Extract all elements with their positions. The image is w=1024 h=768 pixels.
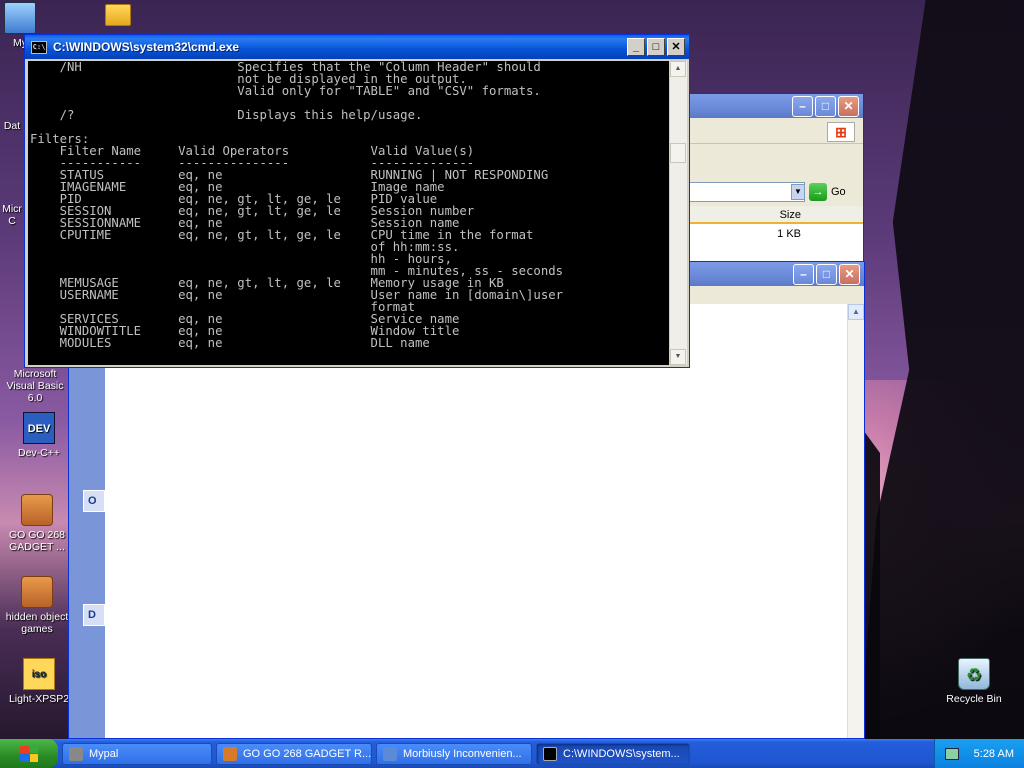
dev-cpp-icon: DEV: [23, 412, 55, 444]
scroll-thumb[interactable]: [670, 143, 686, 163]
iso-file-icon: iso: [23, 658, 55, 690]
cmd-titlebar[interactable]: C:\ C:\WINDOWS\system32\cmd.exe _ □ ✕: [25, 35, 689, 59]
maximize-button[interactable]: □: [816, 263, 837, 285]
recycle-bin-icon: ♻: [958, 658, 990, 690]
folder-icon: [105, 4, 131, 26]
computer-icon: [4, 2, 36, 34]
explorer-window[interactable]: – □ ✕ ⊞ ▼ → Go Size 1 KB: [668, 93, 864, 263]
taskbar: Mypal GO GO 268 GADGET R... Morbiusly In…: [0, 739, 1024, 768]
briefcase-icon: [21, 576, 53, 608]
briefcase-icon: [223, 746, 237, 761]
windows-flag-icon: [20, 745, 38, 762]
cmd-icon[interactable]: C:\: [31, 40, 47, 54]
editor-scrollbar[interactable]: ▲: [847, 304, 864, 738]
editor-text-area[interactable]: It's Crabin Time. Rise up Crab Nation: [105, 303, 847, 738]
cmd-icon: [543, 746, 557, 761]
scroll-up-icon[interactable]: ▲: [848, 304, 864, 320]
desktop-icon-microsoft[interactable]: Micr C: [0, 203, 24, 227]
column-header-size[interactable]: Size: [669, 206, 863, 224]
console-scrollbar[interactable]: ▲ ▼: [670, 61, 687, 365]
system-tray: 5:28 AM: [934, 739, 1024, 768]
wallpaper-palm-right: [860, 0, 1024, 740]
go-arrow-icon: →: [809, 183, 827, 201]
clock[interactable]: 5:28 AM: [974, 748, 1014, 760]
taskbar-item-morbiusly[interactable]: Morbiusly Inconvenien...: [376, 742, 532, 765]
taskbar-item-mypal[interactable]: Mypal: [62, 742, 212, 765]
console-output[interactable]: /NH Specifies that the "Column Header" s…: [28, 61, 669, 365]
close-button[interactable]: ✕: [667, 38, 685, 56]
file-list[interactable]: Size 1 KB: [669, 206, 863, 262]
desktop-icon-visual-basic[interactable]: Microsoft Visual Basic 6.0: [0, 368, 70, 404]
desktop-icon-hidden-object-games[interactable]: hidden object games: [2, 576, 72, 635]
desktop-icon-recycle-bin[interactable]: ♻ Recycle Bin: [937, 658, 1011, 705]
cmd-title: C:\WINDOWS\system32\cmd.exe: [53, 40, 240, 54]
explorer-titlebar[interactable]: – □ ✕: [669, 94, 863, 118]
scroll-up-icon[interactable]: ▲: [670, 61, 686, 77]
taskbar-item-cmd[interactable]: C:\WINDOWS\system...: [536, 742, 690, 765]
desktop-icon-dev-cpp[interactable]: DEV Dev-C++: [2, 412, 76, 459]
task-pane: O D: [69, 304, 105, 738]
minimize-button[interactable]: –: [792, 95, 813, 117]
scroll-down-icon[interactable]: ▼: [670, 349, 686, 365]
go-button[interactable]: → Go: [809, 183, 846, 201]
briefcase-icon: [21, 494, 53, 526]
windows-logo-icon: ⊞: [827, 122, 855, 142]
desktop-icon-data[interactable]: Dat: [0, 120, 24, 132]
start-button[interactable]: [0, 739, 58, 768]
maximize-button[interactable]: □: [815, 95, 836, 117]
cmd-window[interactable]: C:\ C:\WINDOWS\system32\cmd.exe _ □ ✕ /N…: [24, 34, 690, 368]
minimize-button[interactable]: _: [627, 38, 645, 56]
mypal-icon: [69, 746, 83, 761]
desktop-icon-go-go-gadget[interactable]: GO GO 268 GADGET ...: [2, 494, 72, 553]
taskbar-item-go-go-gadget[interactable]: GO GO 268 GADGET R...: [216, 742, 372, 765]
console-line: Valid only for "TABLE" and "CSV" formats…: [30, 84, 541, 98]
pane-section[interactable]: O: [83, 490, 105, 512]
pane-section[interactable]: D: [83, 604, 105, 626]
console-line: MODULES eq, ne DLL name: [30, 336, 430, 350]
maximize-button[interactable]: □: [647, 38, 665, 56]
network-icon[interactable]: [945, 747, 959, 760]
file-row[interactable]: 1 KB: [669, 224, 863, 244]
console-line: /? Displays this help/usage.: [30, 108, 423, 122]
document-icon: [383, 746, 397, 761]
desktop-icon-light-xpsp2[interactable]: iso Light-XPSP2: [2, 658, 76, 705]
minimize-button[interactable]: –: [793, 263, 814, 285]
chevron-down-icon[interactable]: ▼: [791, 184, 805, 200]
close-button[interactable]: ✕: [839, 263, 860, 285]
desktop-icon-folder[interactable]: [98, 4, 138, 29]
close-button[interactable]: ✕: [838, 95, 859, 117]
